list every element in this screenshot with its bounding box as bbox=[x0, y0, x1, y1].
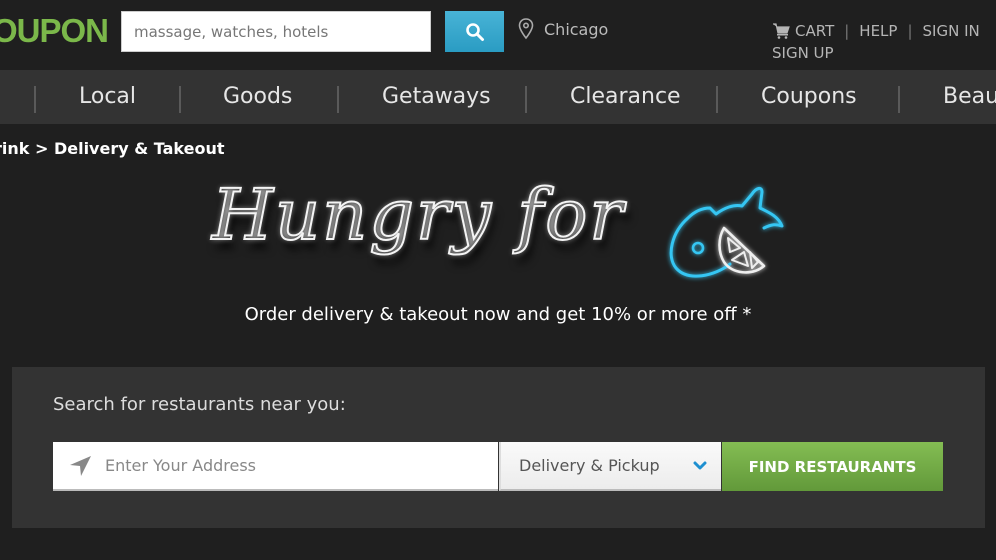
address-input[interactable] bbox=[105, 443, 498, 488]
location-selector[interactable]: Chicago bbox=[518, 18, 608, 40]
breadcrumb: rink > Delivery & Takeout bbox=[0, 139, 225, 158]
deal-search-input[interactable] bbox=[121, 11, 431, 52]
cart-label: CART bbox=[795, 22, 835, 40]
cart-link[interactable]: CART bbox=[772, 20, 834, 42]
hero-banner: Hungry for bbox=[190, 168, 820, 298]
nav-divider bbox=[716, 86, 718, 113]
sign-up-link[interactable]: SIGN UP bbox=[772, 44, 834, 62]
hero-title: Hungry for bbox=[211, 173, 625, 257]
category-nav: Local Goods Getaways Clearance Coupons B… bbox=[0, 70, 996, 124]
nav-item-goods[interactable]: Goods bbox=[223, 70, 292, 124]
search-panel-label: Search for restaurants near you: bbox=[53, 394, 346, 415]
header: OUPON Chicago CART | HELP bbox=[0, 0, 996, 70]
hero-tagline: Order delivery & takeout now and get 10%… bbox=[244, 304, 752, 325]
cart-icon bbox=[773, 23, 790, 39]
nav-item-local[interactable]: Local bbox=[79, 70, 136, 124]
nav-item-coupons[interactable]: Coupons bbox=[761, 70, 857, 124]
nav-divider bbox=[179, 86, 181, 113]
nav-divider bbox=[337, 86, 339, 113]
fish-with-lemon-neon-icon bbox=[669, 186, 784, 278]
help-link[interactable]: HELP bbox=[859, 20, 897, 42]
search-icon bbox=[465, 22, 484, 41]
search-button[interactable] bbox=[445, 11, 504, 52]
location-arrow-icon[interactable] bbox=[67, 453, 93, 479]
order-mode-value: Delivery & Pickup bbox=[519, 456, 660, 475]
restaurant-search-panel: Search for restaurants near you: Deliver… bbox=[12, 367, 985, 528]
chevron-down-icon bbox=[693, 461, 707, 469]
nav-item-beauty[interactable]: Beaut bbox=[943, 70, 996, 124]
nav-divider bbox=[525, 86, 527, 113]
nav-item-clearance[interactable]: Clearance bbox=[570, 70, 681, 124]
nav-divider bbox=[34, 86, 36, 113]
separator: | bbox=[844, 22, 850, 40]
order-mode-select[interactable]: Delivery & Pickup bbox=[499, 442, 721, 491]
nav-divider bbox=[898, 86, 900, 113]
location-city: Chicago bbox=[544, 19, 609, 39]
nav-item-getaways[interactable]: Getaways bbox=[382, 70, 491, 124]
account-links: CART | HELP | SIGN IN SIGN UP bbox=[772, 20, 996, 64]
groupon-logo[interactable]: OUPON bbox=[0, 12, 109, 50]
find-restaurants-button[interactable]: FIND RESTAURANTS bbox=[722, 442, 943, 491]
address-field[interactable] bbox=[53, 442, 498, 491]
sign-in-link[interactable]: SIGN IN bbox=[923, 20, 980, 42]
map-pin-icon bbox=[518, 18, 534, 40]
separator: | bbox=[907, 22, 913, 40]
